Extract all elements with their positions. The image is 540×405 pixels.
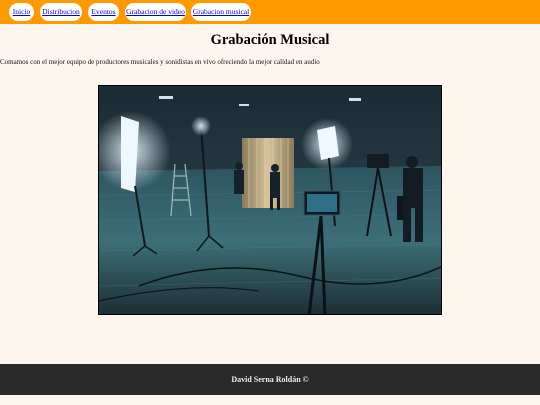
intro-paragraph: Comamos con el mejor equipo de productor…	[0, 58, 320, 66]
footer-credit: David Serna Roldán ©	[231, 375, 309, 384]
nav-link-grabacion-musical[interactable]: Grabacion musical	[191, 3, 251, 21]
nav-link-distribucion[interactable]: Distribucion	[40, 3, 82, 21]
nav-link-eventos[interactable]: Eventos	[88, 3, 119, 21]
page-title: Grabación Musical	[210, 32, 330, 48]
studio-photo	[98, 85, 442, 315]
page-footer: David Serna Roldán ©	[0, 364, 540, 395]
nav-link-grabacion-video[interactable]: Grabacion de video	[125, 3, 186, 21]
nav-link-inicio[interactable]: Inicio	[9, 3, 34, 21]
top-navbar: Inicio Distribucion Eventos Grabacion de…	[0, 0, 540, 24]
